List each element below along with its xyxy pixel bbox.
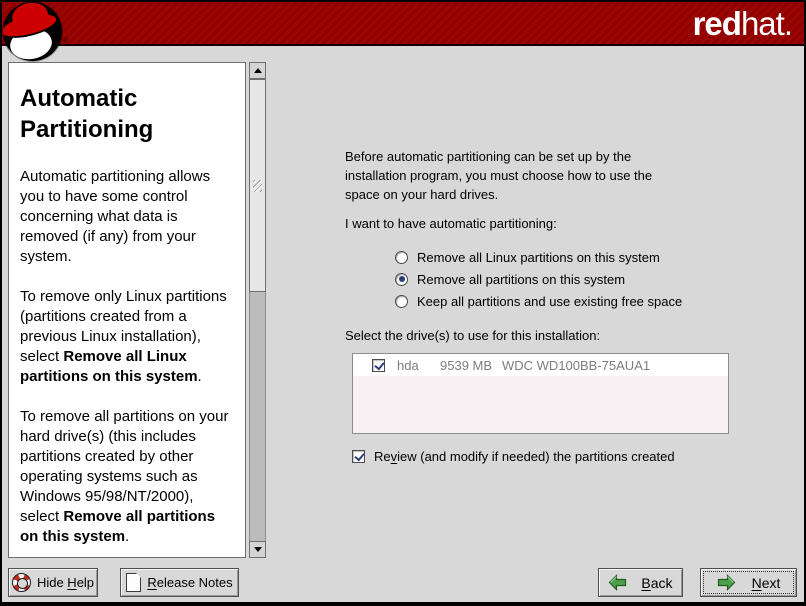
hide-help-mnemonic: H	[67, 575, 76, 590]
help-p2-end: .	[198, 368, 202, 385]
help-paragraph-2: To remove only Linux partitions (partiti…	[20, 287, 234, 387]
help-paragraph-1: Automatic partitioning allows you to hav…	[20, 167, 234, 267]
radio-label: Keep all partitions and use existing fre…	[417, 294, 682, 309]
wordmark-red: red	[693, 5, 741, 42]
radio-button[interactable]	[395, 273, 408, 286]
next-button[interactable]: Next	[700, 568, 797, 597]
drive-device: hda	[397, 358, 440, 373]
back-rest: ack	[651, 575, 673, 591]
hide-help-label: Hide Help	[37, 575, 94, 590]
review-label-pre: Re	[374, 449, 391, 464]
release-notes-label: Release Notes	[147, 575, 232, 590]
installer-window: redhat. ® Automatic Partitioning Automat…	[0, 0, 806, 606]
drive-list: hda 9539 MB WDC WD100BB-75AUA1	[352, 353, 729, 434]
next-arrow-icon	[717, 574, 736, 591]
hide-help-button[interactable]: Hide Help	[8, 568, 98, 597]
radio-label: Remove all partitions on this system	[417, 272, 625, 287]
release-notes-button[interactable]: Release Notes	[120, 568, 239, 597]
review-label: Review (and modify if needed) the partit…	[374, 449, 675, 464]
back-button[interactable]: Back	[598, 568, 683, 597]
help-p3-end: .	[125, 528, 129, 545]
radio-remove-all[interactable]: Remove all partitions on this system	[395, 268, 682, 290]
arrow-down-icon	[254, 547, 262, 552]
radio-button[interactable]	[395, 295, 408, 308]
help-paragraph-3: To remove all partitions on your hard dr…	[20, 407, 234, 547]
arrow-up-icon	[254, 68, 262, 73]
drive-checkbox[interactable]	[372, 359, 385, 372]
next-rest: ext	[762, 575, 781, 591]
hide-help-pre: Hide	[37, 575, 67, 590]
help-lifering-icon	[12, 573, 31, 592]
partitioning-prompt: I want to have automatic partitioning:	[345, 216, 557, 231]
radio-button[interactable]	[395, 251, 408, 264]
next-label: Next	[752, 575, 781, 591]
back-mnemonic: B	[641, 575, 650, 591]
review-label-rest: iew (and modify if needed) the partition…	[397, 449, 675, 464]
scrollbar-thumb[interactable]	[249, 79, 266, 292]
back-label: Back	[641, 575, 672, 591]
trademark-symbol: ®	[63, 38, 68, 45]
scrollbar-grip-icon	[253, 180, 262, 192]
radio-keep-all[interactable]: Keep all partitions and use existing fre…	[395, 290, 682, 312]
review-checkbox[interactable]	[352, 450, 365, 463]
back-arrow-icon	[608, 574, 627, 591]
document-icon	[126, 573, 141, 592]
wordmark-hat: hat.	[741, 5, 792, 42]
radio-label: Remove all Linux partitions on this syst…	[417, 250, 660, 265]
drive-model: WDC WD100BB-75AUA1	[502, 358, 650, 373]
drive-size: 9539 MB	[440, 358, 502, 373]
redhat-wordmark: redhat.	[693, 4, 792, 44]
intro-text: Before automatic partitioning can be set…	[345, 147, 671, 204]
drive-select-prompt: Select the drive(s) to use for this inst…	[345, 328, 600, 343]
partitioning-radio-group: Remove all Linux partitions on this syst…	[395, 246, 682, 312]
next-mnemonic: N	[752, 575, 762, 591]
scroll-down-button[interactable]	[249, 541, 266, 558]
hide-help-rest: elp	[77, 575, 94, 590]
help-title: Automatic Partitioning	[20, 83, 234, 145]
radio-remove-linux[interactable]: Remove all Linux partitions on this syst…	[395, 246, 682, 268]
drive-row-hda[interactable]: hda 9539 MB WDC WD100BB-75AUA1	[353, 354, 728, 376]
release-notes-mnemonic: R	[147, 575, 156, 590]
header-bar: redhat.	[2, 2, 804, 46]
release-notes-rest: elease Notes	[157, 575, 233, 590]
help-scrollbar[interactable]	[249, 62, 266, 558]
help-panel: Automatic Partitioning Automatic partiti…	[8, 62, 246, 558]
review-option[interactable]: Review (and modify if needed) the partit…	[352, 449, 675, 464]
shadowman-logo-icon	[3, 2, 62, 61]
scroll-up-button[interactable]	[249, 62, 266, 79]
